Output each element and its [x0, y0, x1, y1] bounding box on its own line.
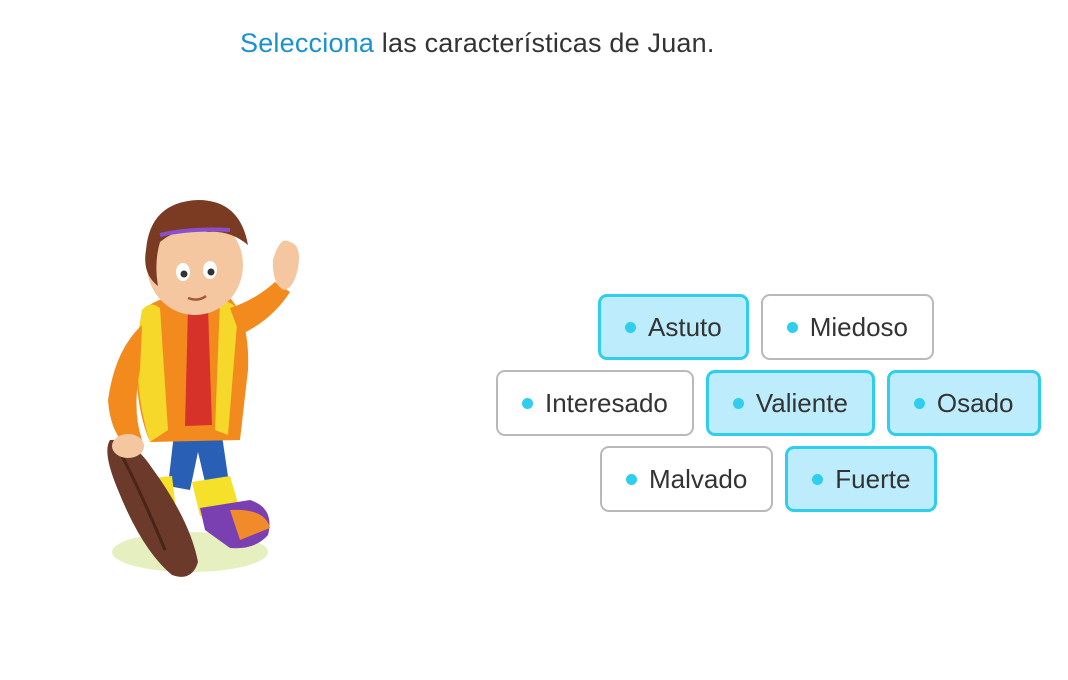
option-interesado[interactable]: Interesado: [496, 370, 694, 436]
instruction-text: Selecciona las características de Juan.: [240, 28, 715, 59]
bullet-dot-icon: [522, 397, 533, 409]
instruction-rest: las características de Juan.: [374, 28, 715, 58]
option-label: Valiente: [755, 387, 848, 418]
instruction-highlight: Selecciona: [240, 28, 375, 58]
option-label: Miedoso: [809, 311, 908, 342]
option-label: Astuto: [648, 311, 722, 342]
options-row-3: Malvado Fuerte: [600, 446, 938, 512]
bullet-dot-icon: [625, 321, 636, 333]
bullet-dot-icon: [913, 397, 925, 409]
option-osado[interactable]: Osado: [886, 370, 1041, 436]
options-row-2: Interesado Valiente Osado: [496, 370, 1041, 436]
option-label: Fuerte: [835, 463, 911, 494]
boy-with-club-illustration: [80, 190, 320, 590]
option-malvado[interactable]: Malvado: [600, 446, 774, 512]
bullet-dot-icon: [786, 321, 798, 333]
activity-page: Selecciona las características de Juan.: [0, 0, 1068, 680]
option-valiente[interactable]: Valiente: [705, 370, 875, 436]
option-miedoso[interactable]: Miedoso: [760, 294, 934, 360]
bullet-dot-icon: [732, 397, 744, 409]
option-fuerte[interactable]: Fuerte: [785, 446, 938, 512]
options-row-1: Astuto Miedoso: [598, 294, 934, 360]
option-label: Malvado: [649, 463, 748, 494]
bullet-dot-icon: [812, 473, 824, 485]
option-label: Osado: [936, 387, 1014, 418]
boy-illustration-svg: [107, 200, 299, 577]
option-label: Interesado: [545, 387, 668, 418]
bullet-dot-icon: [626, 473, 637, 485]
option-astuto[interactable]: Astuto: [598, 294, 749, 360]
